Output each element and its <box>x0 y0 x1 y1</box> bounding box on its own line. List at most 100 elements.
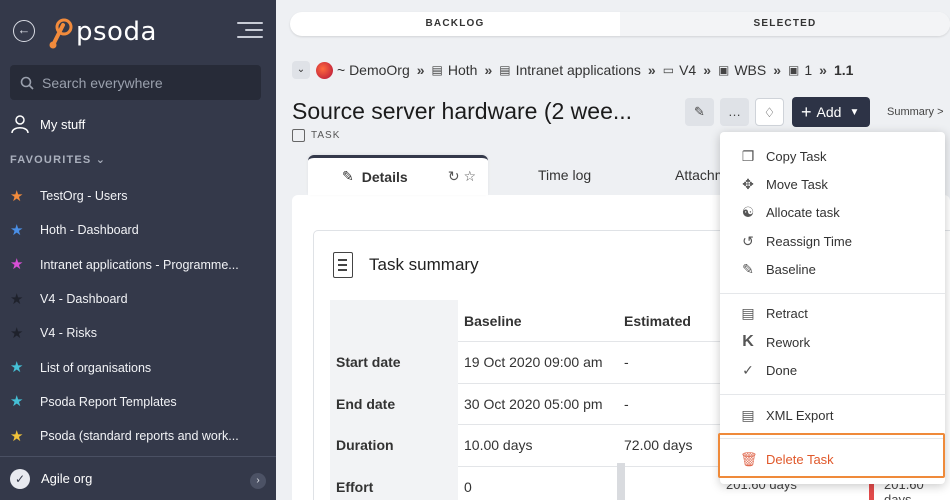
favourite-item[interactable]: ★ Intranet applications - Programme... <box>10 248 268 282</box>
favourite-item[interactable]: ★ Hoth - Dashboard <box>10 213 268 247</box>
menu-item-label: Baseline <box>766 261 816 277</box>
view-tabs: BACKLOG SELECTED <box>290 12 950 36</box>
task-summary-title: Task summary <box>369 255 479 274</box>
pencil-icon: ✎ <box>342 168 354 184</box>
breadcrumb-org[interactable]: ~ DemoOrg <box>337 62 410 78</box>
cell-baseline: 19 Oct 2020 09:00 am <box>458 341 618 384</box>
baseline-icon: ✎ <box>742 260 754 277</box>
tab-details[interactable]: ✎ Details ↻ ☆ <box>308 155 488 195</box>
document-icon <box>333 252 353 278</box>
favourite-item[interactable]: ★ V4 - Dashboard <box>10 282 268 316</box>
menu-item-label: Allocate task <box>766 204 840 220</box>
menu-item-done[interactable]: ✓ Done <box>720 357 945 383</box>
row-label: Effort <box>330 466 458 500</box>
ellipsis-icon: … <box>728 104 741 119</box>
breadcrumb-separator: » <box>819 62 827 78</box>
menu-item-reassign-time[interactable]: ↺ Reassign Time <box>720 228 945 254</box>
breadcrumb-item[interactable]: 1 <box>804 62 812 78</box>
tab-attachments[interactable]: Attachm <box>675 155 726 195</box>
breadcrumb-item[interactable]: WBS <box>734 62 766 78</box>
breadcrumb-item[interactable]: Intranet applications <box>516 62 641 78</box>
favourite-label: Hoth - Dashboard <box>40 223 139 238</box>
menu-item-label: Rework <box>766 334 811 350</box>
favourite-item[interactable]: ★ TestOrg - Users <box>10 179 268 213</box>
tag-button[interactable]: ♢ <box>755 98 784 126</box>
more-button[interactable]: … <box>720 98 749 126</box>
star-icon: ★ <box>10 187 24 205</box>
psoda-logo[interactable]: psoda <box>48 14 157 50</box>
menu-item-rework[interactable]: K Rework <box>720 329 945 355</box>
refresh-icon[interactable]: ↻ <box>448 168 460 184</box>
favourite-label: Psoda Report Templates <box>40 394 177 409</box>
favourite-item[interactable]: ★ V4 - Risks <box>10 316 268 350</box>
logo-text: psoda <box>76 17 157 47</box>
back-icon[interactable]: ← <box>13 20 35 42</box>
star-outline-icon[interactable]: ☆ <box>463 168 476 184</box>
user-icon <box>11 115 29 134</box>
book-icon: ▤ <box>499 63 511 77</box>
menu-item-label: Reassign Time <box>766 233 852 249</box>
tab-details-label: Details <box>361 168 408 185</box>
wbs-node-icon: ▣ <box>788 63 800 77</box>
chevron-right-icon[interactable]: › <box>250 473 266 489</box>
favourites-heading[interactable]: FAVOURITES ⌄ <box>10 153 106 166</box>
search-box[interactable] <box>10 65 261 100</box>
favourite-item[interactable]: ★ Psoda Report Templates <box>10 385 268 419</box>
tag-icon: ♢ <box>763 105 776 120</box>
summary-link[interactable]: Summary > <box>887 106 944 118</box>
xml-icon: ▤ <box>741 406 755 423</box>
plus-icon: + <box>801 101 812 122</box>
page-type: TASK <box>292 129 340 142</box>
favourite-item[interactable]: ★ List of organisations <box>10 350 268 384</box>
logo-icon <box>48 15 74 49</box>
table-row: Effort 0 <box>330 466 748 500</box>
reassign-icon: ↺ <box>742 232 754 249</box>
allocate-icon: ☯ <box>741 203 755 220</box>
star-icon: ★ <box>10 324 24 342</box>
favourite-label: Psoda (standard reports and work... <box>40 429 239 444</box>
breadcrumb-item[interactable]: V4 <box>679 62 696 78</box>
add-button[interactable]: + Add ▼ <box>792 97 870 127</box>
org-switcher-label: Agile org <box>41 471 93 486</box>
move-icon: ✥ <box>742 175 754 192</box>
breadcrumb-separator: » <box>703 62 711 78</box>
search-input[interactable] <box>42 74 242 91</box>
table-row: Start date 19 Oct 2020 09:00 am - <box>330 341 748 384</box>
rework-icon: K <box>742 333 754 350</box>
org-switcher[interactable]: ✓ Agile org › <box>0 456 276 500</box>
my-stuff-link[interactable]: My stuff <box>10 114 85 134</box>
page-title: Source server hardware (2 wee... <box>292 98 633 124</box>
tab-time-log[interactable]: Time log <box>538 155 591 195</box>
cell-baseline: 10.00 days <box>458 424 618 467</box>
menu-item-xml-export[interactable]: ▤ XML Export <box>720 402 945 428</box>
menu-item-retract[interactable]: ▤ Retract <box>720 300 945 326</box>
menu-item-baseline[interactable]: ✎ Baseline <box>720 256 945 282</box>
menu-divider <box>720 394 945 395</box>
row-label: Start date <box>330 341 458 383</box>
favourite-label: TestOrg - Users <box>40 189 128 204</box>
menu-item-allocate-task[interactable]: ☯ Allocate task <box>720 199 945 225</box>
collapse-menu-icon[interactable] <box>237 20 263 40</box>
edit-button[interactable]: ✎ <box>685 98 714 126</box>
star-icon: ★ <box>10 393 24 411</box>
menu-item-label: Retract <box>766 305 808 321</box>
favourite-item[interactable]: ★ Psoda (standard reports and work... <box>10 419 268 453</box>
add-button-label: Add <box>816 104 842 120</box>
menu-item-move-task[interactable]: ✥ Move Task <box>720 171 945 197</box>
menu-item-label: XML Export <box>766 407 834 423</box>
column-divider <box>617 463 625 500</box>
chevron-down-icon: ▼ <box>849 106 860 118</box>
tab-selected[interactable]: SELECTED <box>620 12 950 36</box>
org-avatar <box>316 61 333 79</box>
task-summary-table: Baseline Estimated Start date 19 Oct 202… <box>330 300 748 500</box>
menu-item-copy-task[interactable]: ❐ Copy Task <box>720 143 945 169</box>
table-header-row: Baseline Estimated <box>330 300 748 342</box>
breadcrumb: ⌄ ~ DemoOrg » ▤ Hoth » ▤ Intranet applic… <box>292 59 853 81</box>
breadcrumb-item[interactable]: Hoth <box>448 62 478 78</box>
breadcrumb-separator: » <box>647 62 656 78</box>
star-icon: ★ <box>10 290 24 308</box>
chevron-down-icon[interactable]: ⌄ <box>292 61 310 79</box>
tab-backlog[interactable]: BACKLOG <box>290 12 620 36</box>
chevron-down-icon: ⌄ <box>95 154 107 166</box>
breadcrumb-current: 1.1 <box>833 62 854 78</box>
